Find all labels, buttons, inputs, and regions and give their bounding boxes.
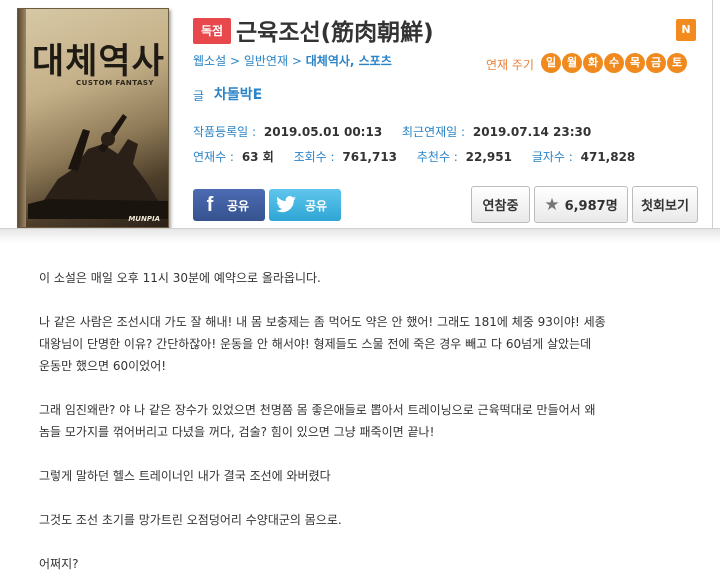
new-badge: N — [676, 19, 696, 41]
breadcrumb: 웹소설 > 일반연재 > 대체역사, 스포츠 — [193, 52, 392, 69]
registered-value: 2019.05.01 00:13 — [263, 125, 383, 139]
latest-value: 2019.07.14 23:30 — [472, 125, 592, 139]
views-value: 761,713 — [342, 150, 398, 164]
recommend-count: 6,987명 — [564, 199, 618, 214]
breadcrumb-separator: > — [229, 54, 241, 68]
breadcrumb-general[interactable]: 일반연재 — [244, 54, 288, 68]
star-icon: ★ — [544, 194, 560, 215]
day-tue: 화 — [583, 53, 603, 73]
recommend-value: 22,951 — [465, 150, 512, 164]
synopsis-line: 나 같은 사람은 조선시대 가도 잘 해내! 내 몸 보충제는 좀 먹어도 약은… — [39, 315, 606, 329]
publisher-logo: MUNPIA — [128, 215, 160, 223]
chars-label: 글자수 : — [531, 150, 573, 164]
cover-subtitle: CUSTOM FANTASY — [76, 79, 155, 87]
chars-value: 471,828 — [580, 150, 636, 164]
cover-art-horseman — [28, 114, 168, 219]
header-shadow-divider — [0, 228, 720, 244]
author-name[interactable]: 차돌박E — [214, 84, 262, 104]
synopsis-paragraph: 나 같은 사람은 조선시대 가도 잘 해내! 내 몸 보충제는 좀 먹어도 약은… — [39, 311, 704, 377]
synopsis-paragraph: 어쩌지? — [39, 553, 704, 575]
day-mon: 월 — [562, 53, 582, 73]
novel-title: 근육조선(筋肉朝鮮) — [236, 20, 434, 46]
serial-cycle-days: 일 월 화 수 목 금 토 — [541, 53, 687, 73]
twitter-share-label: 공유 — [305, 198, 328, 213]
synopsis-paragraph: 그것도 조선 초기를 망가트린 오점덩어리 수양대군의 몸으로. — [39, 509, 704, 531]
day-sun: 일 — [541, 53, 561, 73]
facebook-share-button[interactable]: f 공유 — [193, 189, 265, 221]
facebook-icon: f — [206, 193, 214, 216]
synopsis-line: 운동만 했으면 60이었어! — [39, 359, 167, 373]
day-thu: 목 — [625, 53, 645, 73]
twitter-bird-icon — [273, 196, 299, 214]
synopsis-line: 이 소설은 매일 오후 11시 30분에 예약으로 올라옵니다. — [39, 271, 321, 285]
breadcrumb-separator: > — [291, 54, 302, 68]
author-label: 글 — [193, 89, 205, 103]
synopsis-line: 그렇게 말하던 헬스 트레이너인 내가 결국 조선에 와버렸다 — [39, 469, 331, 483]
stats-row-dates: 작품등록일 : 2019.05.01 00:13 최근연재일 : 2019.07… — [193, 123, 591, 140]
latest-label: 최근연재일 : — [402, 125, 466, 139]
book-cover[interactable]: 대체역사 CUSTOM FANTASY MUNPIA — [17, 8, 169, 228]
day-sat: 토 — [667, 53, 687, 73]
synopsis-paragraph: 이 소설은 매일 오후 11시 30분에 예약으로 올라옵니다. — [39, 267, 704, 289]
episodes-label: 연재수 : — [193, 150, 234, 164]
breadcrumb-genre[interactable]: 대체역사, 스포츠 — [306, 54, 392, 68]
registered-label: 작품등록일 : — [193, 125, 257, 139]
first-episode-button[interactable]: 첫회보기 — [632, 186, 698, 223]
recommend-label: 추천수 : — [416, 150, 458, 164]
exclusive-badge: 독점 — [193, 18, 231, 44]
synopsis-line: 놈들 모가지를 꺾어버리고 다녔을 꺼다, 검술? 힘이 있으면 그냥 패죽이면… — [39, 425, 435, 439]
day-wed: 수 — [604, 53, 624, 73]
facebook-share-label: 공유 — [227, 198, 250, 213]
novel-header: 대체역사 CUSTOM FANTASY MUNPIA 독점 근육조선(筋肉朝鮮)… — [0, 0, 720, 236]
synopsis-paragraph: 그래 임진왜란? 야 나 같은 장수가 있었으면 천명쯤 몸 좋은애들로 뽑아서… — [39, 399, 704, 443]
synopsis-paragraph: 그렇게 말하던 헬스 트레이너인 내가 결국 조선에 와버렸다 — [39, 465, 704, 487]
cover-spine — [18, 9, 26, 227]
synopsis-line: 대왕님이 단명한 이유? 간단하잖아! 운동을 안 해서야! 형제들도 스물 전… — [39, 337, 592, 351]
episodes-value: 63 회 — [241, 150, 274, 164]
day-fri: 금 — [646, 53, 666, 73]
cover-title: 대체역사 — [32, 41, 165, 82]
stats-row-counts: 연재수 : 63 회 조회수 : 761,713 추천수 : 22,951 글자… — [193, 148, 635, 165]
synopsis-line: 어쩌지? — [39, 557, 79, 571]
serial-cycle-label: 연재 주기 — [486, 58, 534, 72]
recommend-button[interactable]: ★ 6,987명 — [534, 186, 628, 223]
reference-button[interactable]: 연참중 — [471, 186, 530, 223]
synopsis-line: 그래 임진왜란? 야 나 같은 장수가 있었으면 천명쯤 몸 좋은애들로 뽑아서… — [39, 403, 596, 417]
twitter-share-button[interactable]: 공유 — [269, 189, 341, 221]
novel-synopsis: 이 소설은 매일 오후 11시 30분에 예약으로 올라옵니다. 나 같은 사람… — [39, 267, 704, 587]
views-label: 조회수 : — [293, 150, 335, 164]
synopsis-line: 그것도 조선 초기를 망가트린 오점덩어리 수양대군의 몸으로. — [39, 513, 342, 527]
header-divider — [712, 0, 713, 230]
breadcrumb-webnovel[interactable]: 웹소설 — [193, 54, 226, 68]
